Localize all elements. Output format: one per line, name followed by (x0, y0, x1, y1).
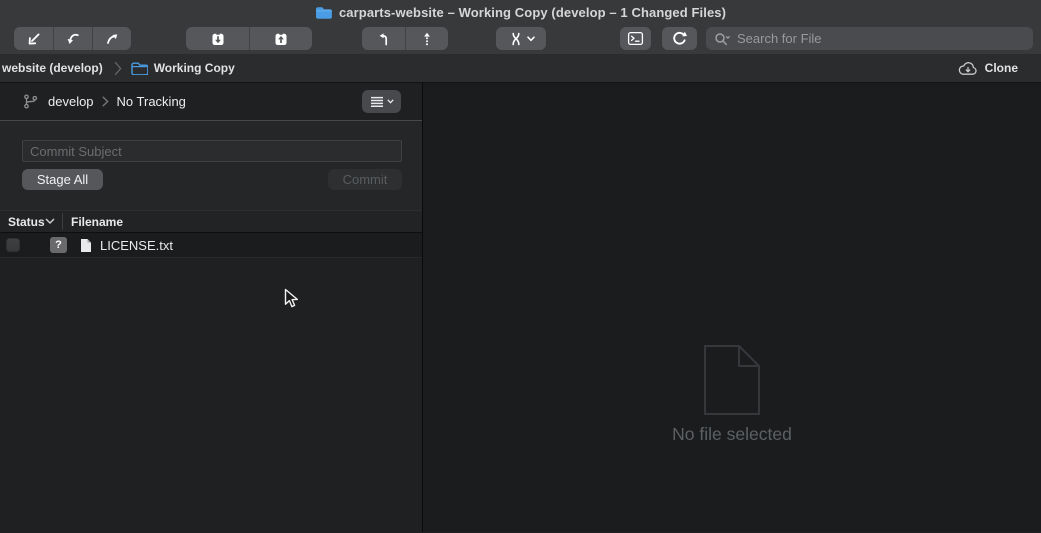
search-input[interactable] (737, 31, 1025, 46)
branch-arrow-icon (376, 31, 392, 47)
stage-all-button[interactable]: Stage All (22, 169, 103, 190)
curved-arrow-down-left-icon (65, 31, 81, 47)
file-table-header: Status Filename (0, 210, 422, 233)
dotted-arrow-up-icon (419, 31, 435, 47)
file-search-field[interactable] (706, 27, 1033, 50)
terminal-button[interactable] (620, 27, 651, 50)
merge-dropdown-button[interactable] (496, 27, 546, 50)
terminal-icon (627, 31, 644, 46)
commit-button[interactable]: Commit (328, 169, 402, 190)
commit-subject-input[interactable] (22, 140, 402, 162)
arrow-down-left-icon (26, 31, 42, 47)
stash-button[interactable] (186, 27, 249, 50)
remote-actions-group (14, 27, 131, 50)
document-icon (80, 238, 92, 253)
push-button[interactable] (92, 27, 131, 50)
tracking-status[interactable]: No Tracking (117, 94, 186, 109)
chevron-down-icon (387, 99, 394, 104)
box-arrow-down-icon (210, 31, 226, 47)
filename-label: LICENSE.txt (100, 238, 173, 253)
branch-button[interactable] (362, 27, 405, 50)
breadcrumb-location[interactable]: Working Copy (154, 61, 235, 75)
sort-chevron-icon[interactable] (45, 218, 62, 225)
file-row[interactable]: ? LICENSE.txt (0, 233, 422, 258)
folder-icon (315, 6, 332, 19)
merge-curves-icon (508, 31, 524, 47)
git-branch-icon (22, 93, 39, 110)
clone-label: Clone (985, 61, 1018, 75)
chevron-right-icon (102, 96, 109, 107)
arrow-up-right-icon (104, 31, 120, 47)
main-content: develop No Tracking Stage All Commi (0, 83, 1041, 532)
stash-group (186, 27, 312, 50)
fetch-button[interactable] (14, 27, 53, 50)
breadcrumb-bar: website (develop) Working Copy Clone (0, 54, 1041, 83)
empty-state-message: No file selected (423, 424, 1041, 445)
toolbar (0, 24, 1041, 54)
branch-row: develop No Tracking (0, 83, 422, 121)
folder-icon (131, 62, 148, 75)
breadcrumb-repo[interactable]: website (develop) (2, 61, 103, 75)
box-arrow-up-icon (273, 31, 289, 47)
app-window: carparts-website – Working Copy (develop… (0, 0, 1041, 533)
list-icon (370, 96, 384, 108)
status-column-header[interactable]: Status (0, 215, 45, 229)
filename-column-header[interactable]: Filename (63, 215, 123, 229)
status-badge: ? (50, 237, 67, 253)
clone-button[interactable]: Clone (957, 61, 1018, 76)
detail-panel: No file selected (423, 83, 1041, 532)
window-title: carparts-website – Working Copy (develop… (339, 5, 726, 20)
empty-document-icon (702, 343, 762, 422)
magnifier-icon (714, 32, 732, 46)
chevron-down-icon (527, 36, 535, 42)
pull-button[interactable] (53, 27, 92, 50)
pop-stash-button[interactable] (249, 27, 312, 50)
working-copy-panel: develop No Tracking Stage All Commi (0, 83, 423, 532)
commit-area: Stage All Commit (0, 121, 422, 210)
rebase-button[interactable] (405, 27, 448, 50)
view-options-button[interactable] (362, 90, 401, 113)
breadcrumb-chevron-icon (114, 61, 122, 76)
stage-checkbox[interactable] (6, 238, 20, 252)
refresh-button[interactable] (662, 27, 697, 50)
branch-actions-group (362, 27, 448, 50)
file-list-empty-area (0, 258, 422, 532)
titlebar: carparts-website – Working Copy (develop… (0, 0, 1041, 24)
circular-arrow-icon (671, 30, 688, 47)
cloud-download-icon (957, 61, 979, 76)
branch-name[interactable]: develop (48, 94, 94, 109)
merge-dropdown-group (496, 27, 546, 50)
